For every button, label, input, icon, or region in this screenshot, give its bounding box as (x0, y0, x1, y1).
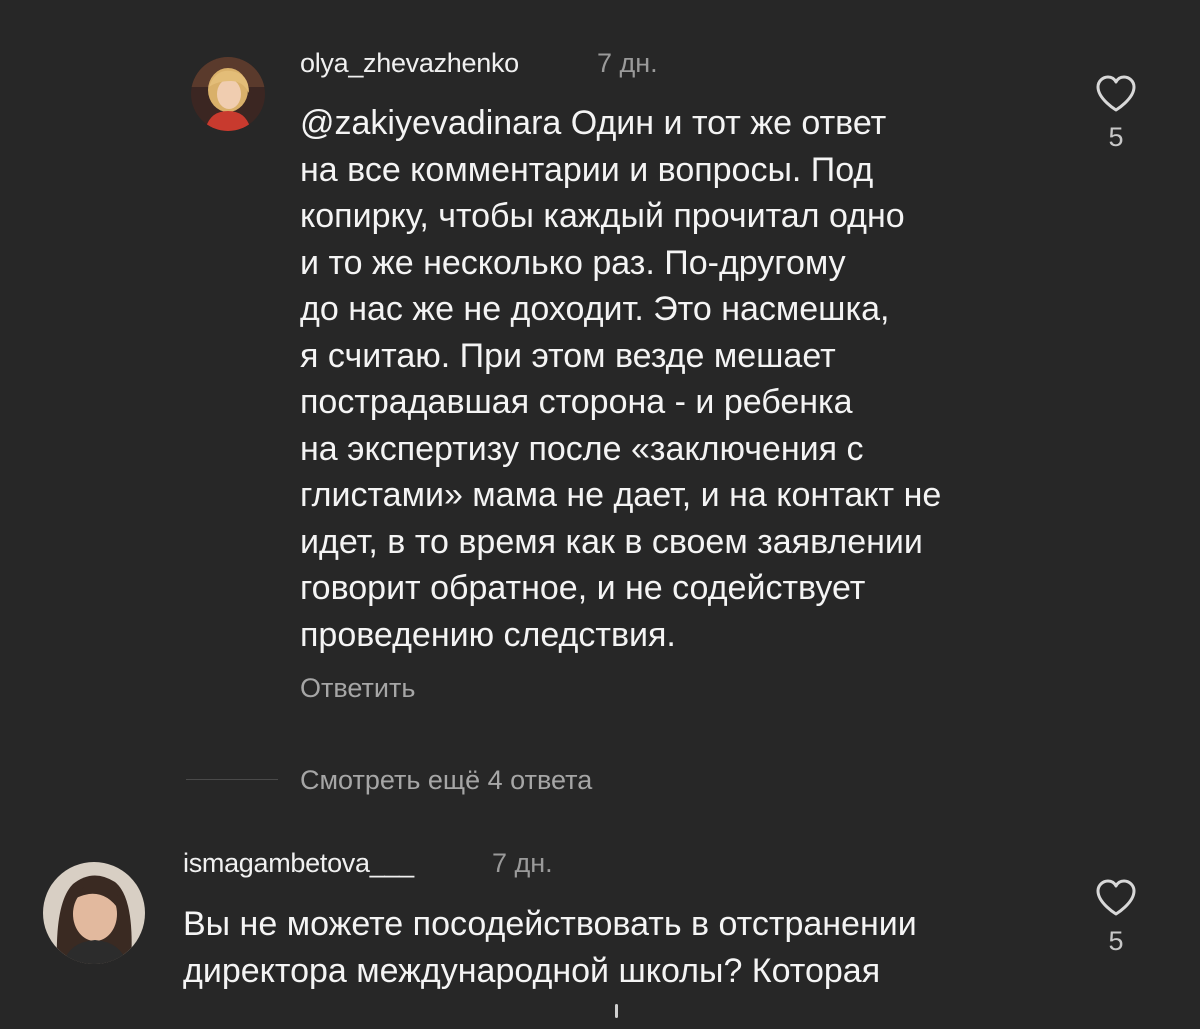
comment-line: проведению следствия. (300, 615, 676, 654)
comment-line: говорит обратное, и не содействует (300, 569, 866, 607)
like-block: 5 (1086, 878, 1146, 957)
comment-line: идет, в то время как в своем заявлении (300, 522, 923, 561)
comment-body: @zakiyevadinara Один и тот же ответ на в… (300, 100, 941, 658)
comment-body: Вы не можете посодействовать в отстранен… (183, 901, 917, 994)
user-mention[interactable]: @zakiyevadinara (300, 104, 561, 142)
comment-timestamp: 7 дн. (492, 848, 553, 878)
comment-line: я считаю. При этом везде мешает (300, 336, 836, 375)
comment-line: до нас же не доходит. Это насмешка, (300, 290, 890, 328)
comment-line: Один и тот же ответ (561, 104, 887, 142)
comment-line: на все комментарии и вопросы. Под (300, 150, 874, 189)
comment-line: Вы не можете посодействовать в отстранен… (183, 905, 917, 943)
comment-line: на экспертизу после «заключения с (300, 429, 864, 468)
comment-timestamp: 7 дн. (597, 48, 658, 78)
scroll-indicator (615, 1004, 618, 1018)
avatar[interactable] (43, 862, 145, 964)
like-count: 5 (1108, 122, 1124, 152)
replies-divider (186, 779, 278, 780)
avatar[interactable] (191, 57, 265, 131)
avatar-photo-olya (191, 57, 265, 131)
avatar-photo-ismagambetova (43, 862, 145, 964)
comment-line: директора международной школы? Которая (183, 951, 881, 990)
comment-line: и то же несколько раз. По-другому (300, 243, 846, 282)
comment-username[interactable]: olya_zhevazhenko (300, 48, 519, 79)
like-block: 5 (1086, 74, 1146, 153)
reply-button[interactable]: Ответить (300, 673, 415, 704)
heart-outline-icon[interactable] (1094, 74, 1138, 114)
heart-outline-icon[interactable] (1094, 878, 1138, 918)
comment-username[interactable]: ismagambetova___ (183, 848, 414, 879)
comment-line: пострадавшая сторона - и ребенка (300, 383, 853, 421)
like-count: 5 (1108, 926, 1124, 956)
comment-line: глистами» мама не дает, и на контакт не (300, 476, 942, 514)
comment-line: копирку, чтобы каждый прочитал одно (300, 197, 905, 235)
view-replies-button[interactable]: Смотреть ещё 4 ответа (300, 765, 592, 796)
